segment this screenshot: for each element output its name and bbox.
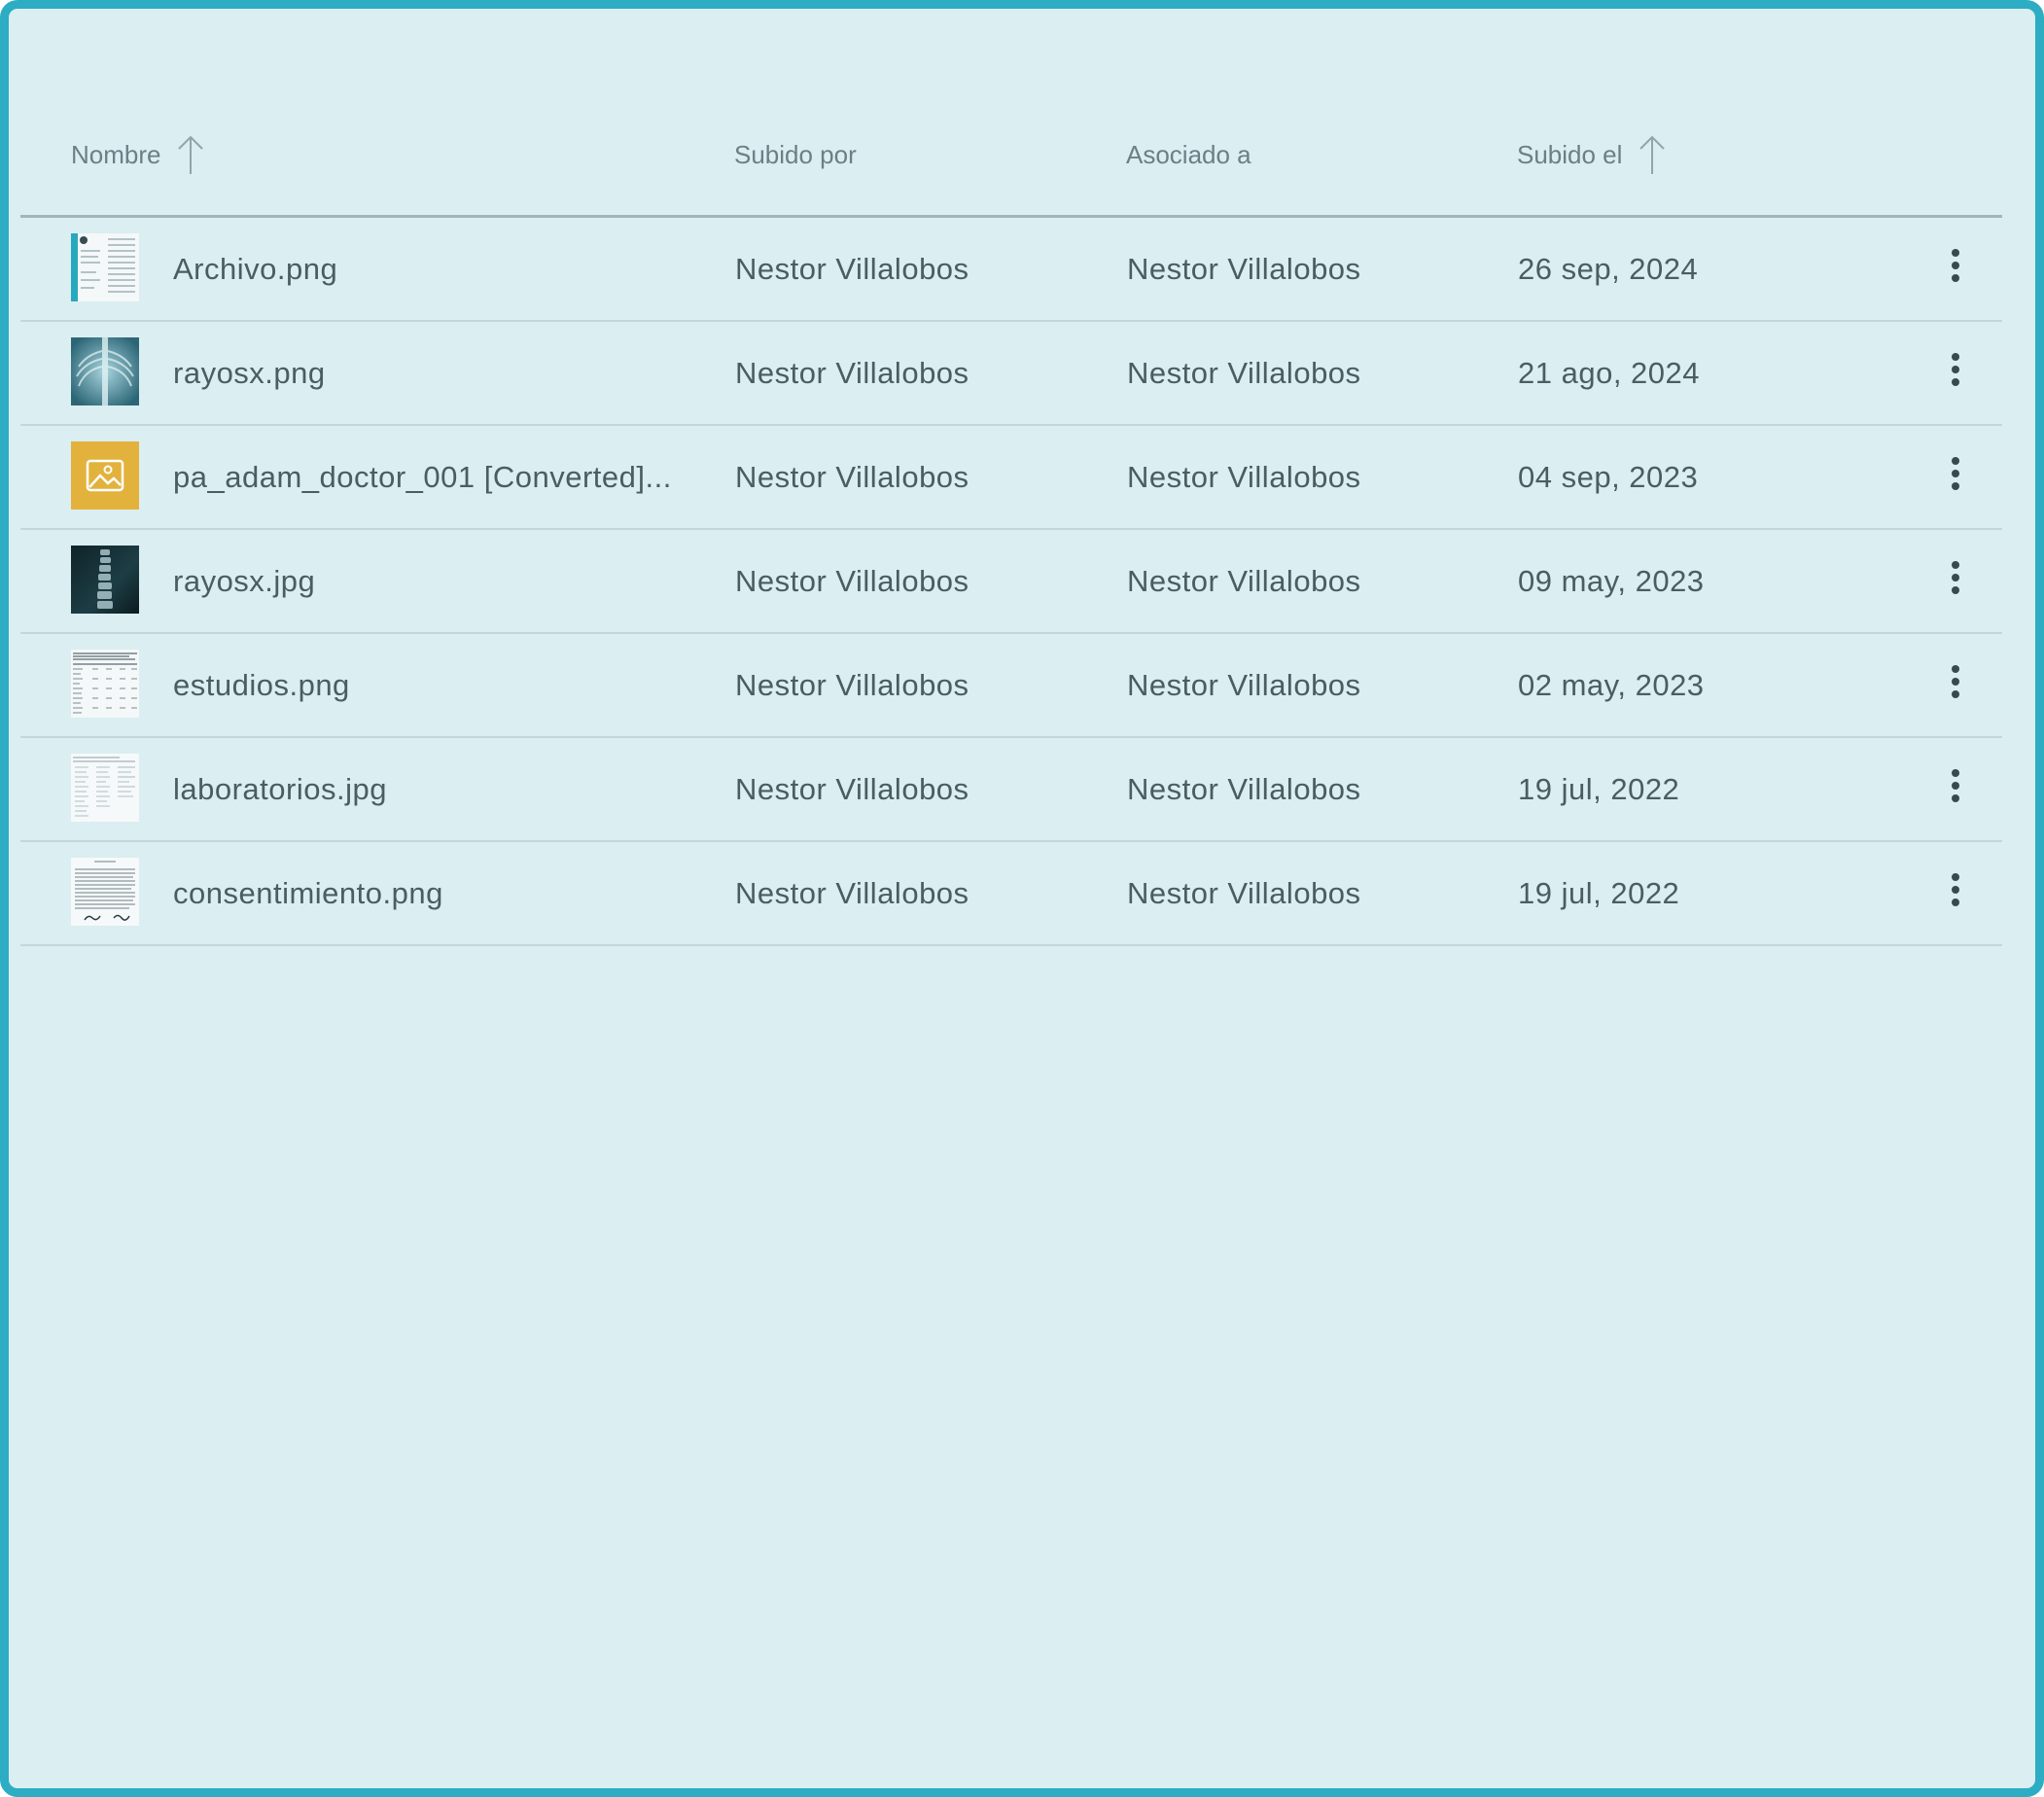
- lab-document-thumbnail: [71, 754, 139, 822]
- table-row[interactable]: Archivo.png Nestor Villalobos Nestor Vil…: [20, 218, 2002, 322]
- table-row[interactable]: consentimiento.png Nestor Villalobos Nes…: [20, 842, 2002, 946]
- uploaded-by: Nestor Villalobos: [735, 564, 969, 598]
- uploaded-on: 02 may, 2023: [1518, 668, 1705, 702]
- uploaded-by: Nestor Villalobos: [735, 460, 969, 494]
- files-table: Nombre Subido por Asociado a Subido el A…: [20, 96, 2002, 946]
- associated-to: Nestor Villalobos: [1127, 460, 1361, 494]
- document-thumbnail: [71, 233, 139, 301]
- xray-chest-thumbnail: [71, 337, 139, 405]
- table-row[interactable]: rayosx.jpg Nestor Villalobos Nestor Vill…: [20, 530, 2002, 634]
- associated-to: Nestor Villalobos: [1127, 564, 1361, 598]
- file-name[interactable]: rayosx.jpg: [173, 530, 315, 632]
- uploaded-on: 19 jul, 2022: [1518, 876, 1680, 910]
- column-header-associated-to[interactable]: Asociado a: [1126, 133, 1251, 176]
- uploaded-on: 26 sep, 2024: [1518, 252, 1699, 286]
- uploaded-on: 21 ago, 2024: [1518, 356, 1701, 390]
- table-row[interactable]: laboratorios.jpg Nestor Villalobos Nesto…: [20, 738, 2002, 842]
- uploaded-by: Nestor Villalobos: [735, 668, 969, 702]
- file-list-panel: Nombre Subido por Asociado a Subido el A…: [0, 0, 2044, 1797]
- table-row[interactable]: estudios.png Nestor Villalobos Nestor Vi…: [20, 634, 2002, 738]
- more-options-icon[interactable]: [1946, 665, 1965, 706]
- associated-to: Nestor Villalobos: [1127, 876, 1361, 910]
- xray-spine-thumbnail: [71, 546, 139, 614]
- more-options-icon[interactable]: [1946, 873, 1965, 914]
- file-name[interactable]: pa_adam_doctor_001 [Converted]...: [173, 426, 672, 528]
- file-name[interactable]: estudios.png: [173, 634, 350, 736]
- uploaded-on: 04 sep, 2023: [1518, 460, 1699, 494]
- table-document-thumbnail: [71, 650, 139, 718]
- table-row[interactable]: rayosx.png Nestor Villalobos Nestor Vill…: [20, 322, 2002, 426]
- uploaded-by: Nestor Villalobos: [735, 356, 969, 390]
- associated-to: Nestor Villalobos: [1127, 668, 1361, 702]
- uploaded-by: Nestor Villalobos: [735, 252, 969, 286]
- arrow-up-icon[interactable]: [176, 133, 205, 176]
- table-row[interactable]: pa_adam_doctor_001 [Converted]... Nestor…: [20, 426, 2002, 530]
- more-options-icon[interactable]: [1946, 769, 1965, 810]
- column-label-uploaded-by: Subido por: [734, 140, 857, 169]
- column-header-uploaded-by[interactable]: Subido por: [734, 133, 857, 176]
- more-options-icon[interactable]: [1946, 561, 1965, 602]
- file-name[interactable]: laboratorios.jpg: [173, 738, 387, 840]
- associated-to: Nestor Villalobos: [1127, 772, 1361, 806]
- column-header-name[interactable]: Nombre: [71, 133, 205, 176]
- text-document-thumbnail: [71, 858, 139, 926]
- image-placeholder-icon: [71, 441, 139, 510]
- column-header-uploaded-on[interactable]: Subido el: [1517, 133, 1667, 176]
- arrow-up-icon[interactable]: [1638, 133, 1667, 176]
- associated-to: Nestor Villalobos: [1127, 252, 1361, 286]
- column-label-name: Nombre: [71, 140, 161, 169]
- table-header: Nombre Subido por Asociado a Subido el: [20, 96, 2002, 218]
- uploaded-by: Nestor Villalobos: [735, 876, 969, 910]
- more-options-icon[interactable]: [1946, 249, 1965, 290]
- uploaded-on: 09 may, 2023: [1518, 564, 1705, 598]
- uploaded-on: 19 jul, 2022: [1518, 772, 1680, 806]
- more-options-icon[interactable]: [1946, 353, 1965, 394]
- associated-to: Nestor Villalobos: [1127, 356, 1361, 390]
- column-label-associated-to: Asociado a: [1126, 140, 1251, 169]
- file-name[interactable]: Archivo.png: [173, 218, 337, 320]
- more-options-icon[interactable]: [1946, 457, 1965, 498]
- file-name[interactable]: consentimiento.png: [173, 842, 443, 944]
- column-label-uploaded-on: Subido el: [1517, 140, 1623, 169]
- uploaded-by: Nestor Villalobos: [735, 772, 969, 806]
- file-name[interactable]: rayosx.png: [173, 322, 326, 424]
